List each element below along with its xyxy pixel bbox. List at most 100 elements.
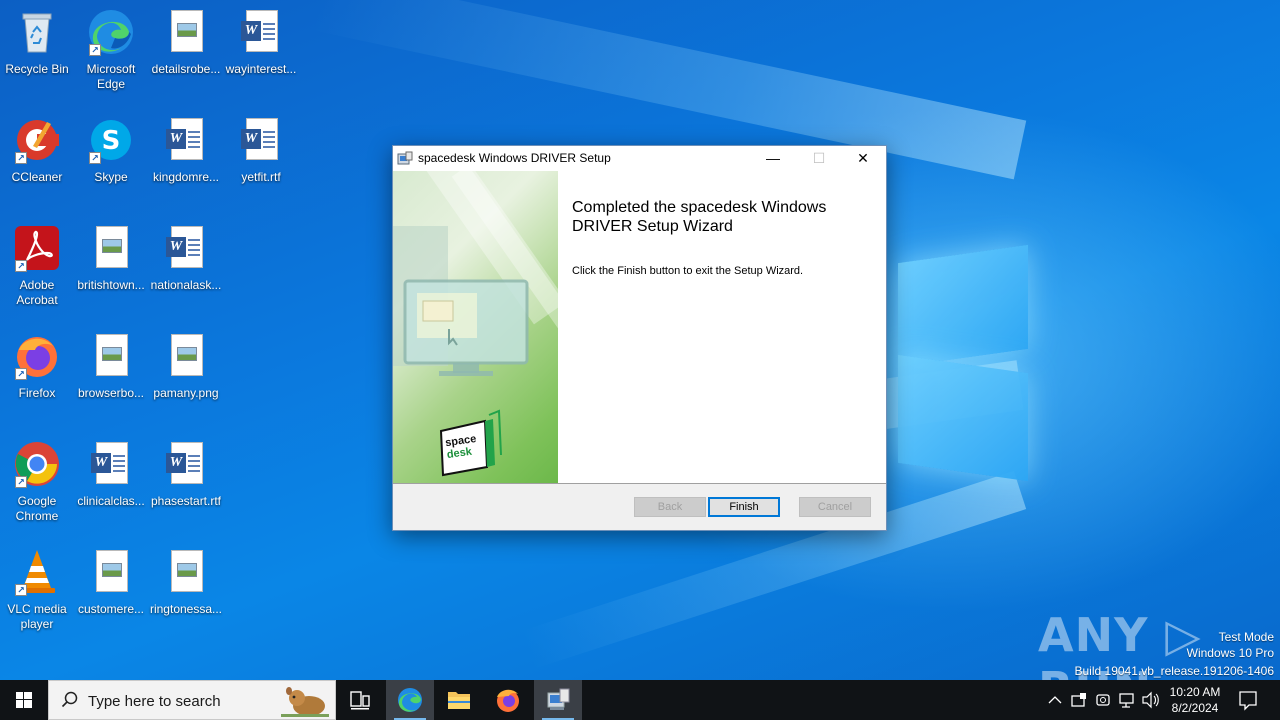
shortcut-arrow-icon: ↗ [15, 260, 27, 272]
tray-network[interactable] [1116, 680, 1138, 720]
show-hidden-icons-button[interactable] [1044, 680, 1066, 720]
taskbar-edge[interactable] [386, 680, 434, 720]
desktop-icon-label: Recycle Bin [5, 62, 69, 76]
ccleaner-icon: ↗ [13, 116, 61, 164]
desktop-icon-google-chrome[interactable]: ↗ Google Chrome [0, 440, 74, 524]
desktop-icon-image-file[interactable]: detailsrobe... [149, 8, 223, 77]
desktop-icon-word-file[interactable]: W yetfit.rtf [224, 116, 298, 185]
button-divider [393, 483, 886, 484]
desktop-icon-label: nationalask... [150, 278, 222, 292]
desktop-icon-firefox[interactable]: ↗ Firefox [0, 332, 74, 401]
edge-icon: ↗ [87, 8, 135, 56]
tray-usb-device[interactable] [1068, 680, 1090, 720]
tray-volume[interactable] [1140, 680, 1162, 720]
camera-icon [1096, 694, 1110, 706]
shortcut-arrow-icon: ↗ [15, 476, 27, 488]
shortcut-arrow-icon: ↗ [89, 152, 101, 164]
shortcut-arrow-icon: ↗ [89, 44, 101, 56]
vlc-cone-icon: ↗ [13, 548, 61, 596]
task-view-button[interactable] [336, 680, 384, 720]
task-view-icon [350, 691, 370, 710]
desktop-icon-label: kingdomre... [152, 170, 220, 184]
desktop-icon-adobe-acrobat[interactable]: ↗ Adobe Acrobat [0, 224, 74, 308]
desktop-icon-label: pamany.png [153, 386, 219, 400]
taskbar-search-box[interactable]: Type here to search [48, 680, 336, 720]
desktop-icon-image-file[interactable]: ringtonessa... [149, 548, 223, 617]
desktop-icon-word-file[interactable]: W nationalask... [149, 224, 223, 293]
image-file-icon [87, 548, 135, 596]
word-document-icon: W [162, 440, 210, 488]
maximize-button: ☐ [812, 150, 826, 166]
taskbar-clock[interactable]: 10:20 AM 8/2/2024 [1160, 684, 1230, 716]
desktop-icon-skype[interactable]: S ↗ Skype [74, 116, 148, 185]
desktop-icon-ccleaner[interactable]: ↗ CCleaner [0, 116, 74, 185]
word-document-icon: W [162, 116, 210, 164]
start-button[interactable] [0, 680, 48, 720]
image-file-icon [162, 8, 210, 56]
desktop-icon-label: wayinterest... [225, 62, 297, 76]
desktop-icon-label: yetfit.rtf [241, 170, 281, 184]
edge-icon [398, 688, 422, 712]
shortcut-arrow-icon: ↗ [15, 152, 27, 164]
desktop-icon-image-file[interactable]: customere... [74, 548, 148, 617]
wizard-body-text: Click the Finish button to exit the Setu… [572, 265, 804, 277]
network-icon [1119, 693, 1134, 708]
shortcut-arrow-icon: ↗ [15, 584, 27, 596]
shortcut-arrow-icon: ↗ [15, 368, 27, 380]
desktop-icon-image-file[interactable]: browserbo... [74, 332, 148, 401]
clock-time: 10:20 AM [1169, 685, 1221, 699]
recycle-bin-icon [13, 8, 61, 56]
skype-icon: S ↗ [87, 116, 135, 164]
image-file-icon [87, 332, 135, 380]
dialog-title: spacedesk Windows DRIVER Setup [418, 151, 611, 165]
desktop-icon-label: Microsoft Edge [86, 62, 136, 91]
desktop-icon-vlc[interactable]: ↗ VLC media player [0, 548, 74, 632]
installer-app-icon [547, 688, 570, 710]
spacedesk-logo: space desk [444, 433, 478, 461]
action-center-button[interactable] [1232, 680, 1264, 720]
desktop-icon-microsoft-edge[interactable]: ↗ Microsoft Edge [74, 8, 148, 92]
desktop-icon-word-file[interactable]: W phasestart.rtf [149, 440, 223, 509]
speaker-icon [1142, 691, 1159, 709]
windows-logo-icon [16, 692, 32, 708]
svg-text:S: S [102, 126, 121, 156]
desktop-icon-word-file[interactable]: W wayinterest... [224, 8, 298, 77]
image-file-icon [87, 224, 135, 272]
taskbar: Type here to search 10:20 AM 8/2/2024 [0, 680, 1280, 720]
close-button[interactable]: ✕ [840, 146, 886, 171]
search-icon [61, 691, 78, 708]
finish-button[interactable]: Finish [708, 497, 780, 517]
back-button: Back [634, 497, 706, 517]
desktop-icon-label: clinicalclas... [77, 494, 145, 508]
taskbar-firefox[interactable] [484, 680, 532, 720]
taskbar-spacedesk-setup[interactable] [534, 680, 582, 720]
desktop-icon-image-file[interactable]: britishtown... [74, 224, 148, 293]
firefox-icon [497, 689, 519, 712]
taskbar-file-explorer[interactable] [435, 680, 483, 720]
tray-camera[interactable] [1092, 680, 1114, 720]
desktop-icon-label: detailsrobe... [151, 62, 221, 76]
windows-edition-text: Windows 10 Pro [1186, 646, 1274, 660]
chevron-up-icon [1048, 696, 1062, 704]
image-file-icon [162, 548, 210, 596]
clock-date: 8/2/2024 [1171, 701, 1219, 715]
wizard-heading: Completed the spacedesk Windows DRIVER S… [572, 199, 827, 235]
desktop-icon-image-file[interactable]: pamany.png [149, 332, 223, 401]
cancel-button: Cancel [799, 497, 871, 517]
dialog-titlebar[interactable]: spacedesk Windows DRIVER Setup — ☐ ✕ [393, 146, 886, 171]
desktop-icon-label: VLC media player [7, 602, 67, 631]
notification-icon [1239, 691, 1257, 711]
chrome-icon: ↗ [13, 440, 61, 488]
installer-app-icon [397, 151, 413, 167]
image-file-icon [162, 332, 210, 380]
setup-dialog: spacedesk Windows DRIVER Setup — ☐ ✕ spa… [392, 145, 887, 531]
search-placeholder: Type here to search [88, 693, 221, 710]
desktop-icon-recycle-bin[interactable]: Recycle Bin [0, 8, 74, 77]
desktop-icon-label: Google Chrome [15, 494, 59, 523]
windows-wallpaper-logo [888, 240, 1030, 482]
word-document-icon: W [87, 440, 135, 488]
desktop-icon-word-file[interactable]: W clinicalclas... [74, 440, 148, 509]
minimize-button[interactable]: — [750, 146, 796, 171]
desktop-icon-word-file[interactable]: W kingdomre... [149, 116, 223, 185]
wizard-banner: space desk [393, 171, 558, 483]
